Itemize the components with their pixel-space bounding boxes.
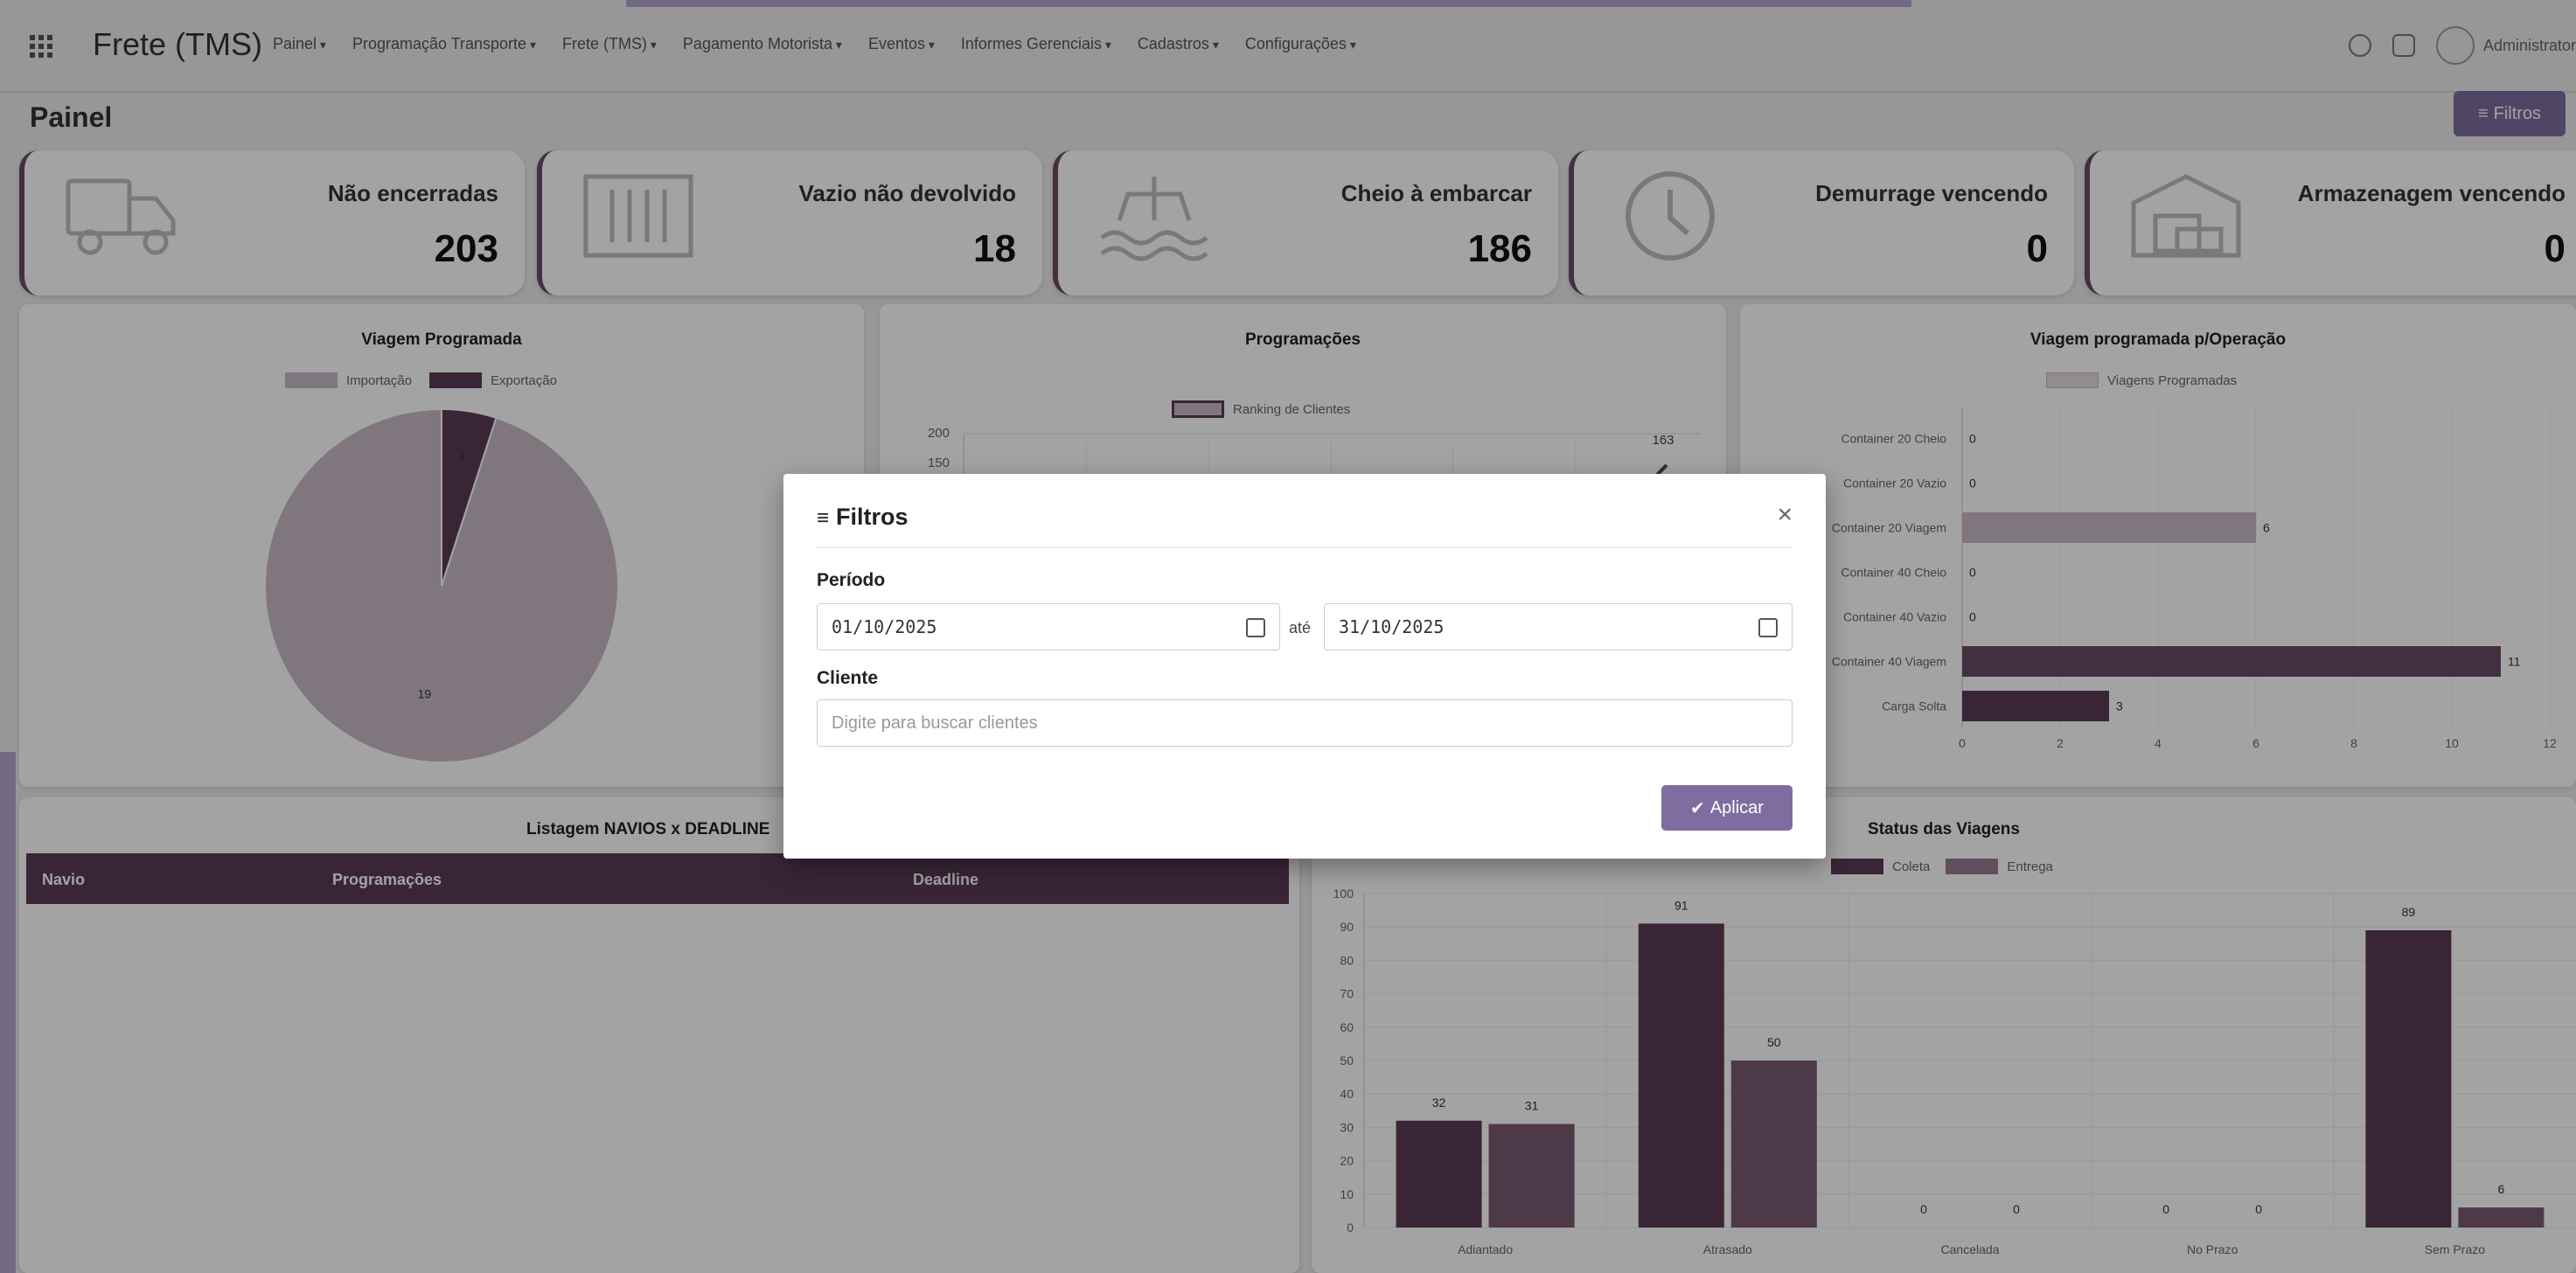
period-label: Período [817, 570, 886, 590]
date-to-value: 31/10/2025 [1339, 616, 1445, 637]
date-to-input[interactable]: 31/10/2025 [1324, 603, 1793, 650]
filters-modal: ≡ Filtros × Período 01/10/2025 até 31/10/… [783, 474, 1826, 859]
date-separator: até [1289, 619, 1312, 636]
divider [817, 547, 1793, 548]
filter-sliders-icon: ≡ [817, 506, 830, 530]
calendar-icon[interactable] [1758, 618, 1778, 637]
calendar-icon[interactable] [1246, 618, 1265, 637]
date-from-value: 01/10/2025 [832, 616, 937, 637]
client-search-input[interactable] [817, 699, 1793, 747]
client-label: Cliente [817, 668, 879, 688]
apply-button[interactable]: ✔ Aplicar [1661, 785, 1793, 831]
close-icon[interactable]: × [1777, 500, 1793, 530]
date-from-input[interactable]: 01/10/2025 [817, 603, 1280, 650]
check-icon: ✔ [1690, 798, 1705, 818]
modal-title: ≡ Filtros [817, 504, 909, 530]
app-window: Frete (TMS) Painel Programação Transport… [0, 0, 2576, 1273]
